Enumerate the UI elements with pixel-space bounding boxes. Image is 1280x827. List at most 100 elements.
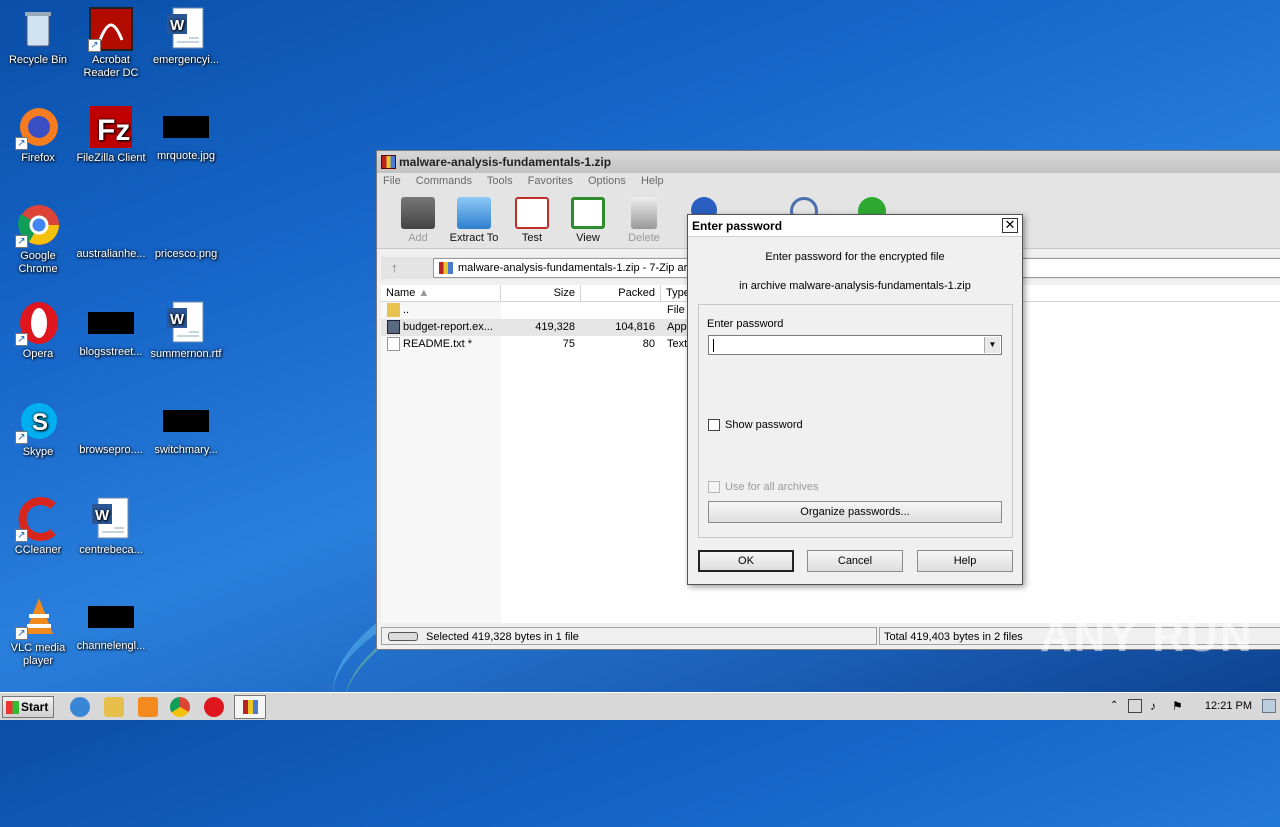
- show-password-checkbox[interactable]: [708, 419, 720, 431]
- start-button[interactable]: Start: [2, 696, 54, 718]
- desktop-icon-label: Acrobat Reader DC: [83, 54, 139, 79]
- desktop-icon-opera[interactable]: ↗ Opera: [0, 300, 76, 361]
- organize-passwords-button[interactable]: Organize passwords...: [708, 501, 1002, 523]
- desktop-icon-channelengl[interactable]: channelengl...: [73, 594, 149, 653]
- desktop-icon-ccleaner[interactable]: ↗ CCleaner: [0, 496, 76, 557]
- desktop-icon-switchmary[interactable]: switchmary...: [148, 398, 224, 457]
- menu-file[interactable]: File: [383, 175, 401, 187]
- column-name[interactable]: Name ▲: [381, 285, 501, 302]
- desktop-icon-label: pricesco.png: [154, 248, 218, 260]
- file-icon: [163, 116, 209, 138]
- menu-commands[interactable]: Commands: [416, 175, 472, 187]
- desktop-icon-blogsstreet[interactable]: blogsstreet...: [73, 300, 149, 359]
- desktop-icon-label: FileZilla Client: [76, 152, 146, 164]
- use-for-all-label: Use for all archives: [725, 481, 819, 493]
- dialog-titlebar[interactable]: Enter password ✕: [688, 215, 1022, 237]
- menu-bar: File Commands Tools Favorites Options He…: [377, 173, 1280, 191]
- extract-to-button[interactable]: Extract To: [443, 197, 505, 244]
- chrome-icon: ↗: [15, 202, 61, 248]
- volume-icon[interactable]: ♪: [1150, 699, 1156, 713]
- file-explorer-icon[interactable]: [104, 697, 124, 717]
- desktop-icon-emergencyi[interactable]: W emergencyi...: [148, 6, 224, 67]
- up-arrow-icon[interactable]: ↑: [391, 260, 398, 275]
- desktop-icon-label: Firefox: [21, 152, 55, 164]
- file-icon: [88, 312, 134, 334]
- desktop-icon-label: Skype: [22, 446, 54, 458]
- folder-extract-icon: [457, 197, 491, 229]
- use-for-all-checkbox[interactable]: [708, 481, 720, 493]
- dialog-message-line1: Enter password for the encrypted file: [765, 251, 945, 263]
- desktop-icon-summernon[interactable]: W summernon.rtf: [148, 300, 224, 361]
- menu-tools[interactable]: Tools: [487, 175, 513, 187]
- test-button[interactable]: Test: [501, 197, 563, 244]
- column-size[interactable]: Size: [501, 285, 581, 302]
- desktop-icon-label: australianhe...: [76, 248, 146, 260]
- ok-button[interactable]: OK: [698, 550, 794, 572]
- column-packed[interactable]: Packed: [581, 285, 661, 302]
- menu-options[interactable]: Options: [588, 175, 626, 187]
- file-icon: [88, 606, 134, 628]
- desktop-icon-skype[interactable]: S ↗ Skype: [0, 398, 76, 459]
- desktop-icon-mrquote[interactable]: mrquote.jpg: [148, 104, 224, 163]
- desktop-icon-vlc[interactable]: ↗ VLC media player: [0, 594, 76, 668]
- file-row-parent[interactable]: .. File f: [381, 302, 701, 319]
- desktop-icon-recycle-bin[interactable]: Recycle Bin: [0, 6, 76, 67]
- desktop-icon-acrobat[interactable]: ↗ Acrobat Reader DC: [73, 6, 149, 80]
- taskbar: Start ⌃ ♪ ⚑ 12:21 PM: [0, 692, 1280, 720]
- svg-text:Fz: Fz: [97, 114, 130, 147]
- help-button[interactable]: Help: [917, 550, 1013, 572]
- chevron-down-icon[interactable]: ▼: [984, 337, 1000, 353]
- delete-button[interactable]: Delete: [613, 197, 675, 244]
- exe-icon: [387, 320, 400, 334]
- desktop-icon-label: CCleaner: [14, 544, 62, 556]
- desktop-icon-australianhe[interactable]: australianhe...: [73, 202, 149, 261]
- password-input[interactable]: ▼: [708, 335, 1002, 355]
- opera-taskbar-icon[interactable]: [204, 697, 224, 717]
- password-label: Enter password: [707, 318, 784, 330]
- tray-expand-icon[interactable]: ⌃: [1110, 700, 1118, 711]
- winrar-taskbar-button[interactable]: [234, 695, 266, 719]
- dialog-message-line2: in archive malware-analysis-fundamentals…: [739, 280, 971, 292]
- desktop-icon-filezilla[interactable]: Fz FileZilla Client: [73, 104, 149, 165]
- chrome-taskbar-icon[interactable]: [170, 697, 190, 717]
- winrar-taskbar-icon: [243, 700, 258, 714]
- file-name: ..: [403, 304, 410, 316]
- file-row-readme[interactable]: README.txt * 75 80 Text: [381, 336, 701, 353]
- internet-explorer-icon[interactable]: [70, 697, 90, 717]
- desktop-icon-pricesco[interactable]: pricesco.png: [148, 202, 224, 261]
- clock[interactable]: 12:21 PM: [1205, 700, 1252, 712]
- close-icon[interactable]: ✕: [1002, 218, 1018, 233]
- view-button[interactable]: View: [557, 197, 619, 244]
- desktop-icon-centrebeca[interactable]: W centrebeca...: [73, 496, 149, 557]
- cancel-button[interactable]: Cancel: [807, 550, 903, 572]
- desktop-icon-label: blogsstreet...: [79, 346, 143, 358]
- desktop-icon-label: switchmary...: [154, 444, 218, 456]
- network-icon[interactable]: [1128, 699, 1142, 713]
- address-text: malware-analysis-fundamentals-1.zip - 7-…: [458, 262, 713, 274]
- trash-icon: [631, 197, 657, 229]
- word-document-icon: W: [163, 300, 209, 346]
- media-player-icon[interactable]: [138, 697, 158, 717]
- action-center-flag-icon[interactable]: ⚑: [1172, 699, 1183, 713]
- dialog-title: Enter password: [692, 219, 783, 233]
- desktop-icon-browsepro[interactable]: browsepro....: [73, 398, 149, 457]
- file-icon: [88, 214, 134, 236]
- show-desktop-icon[interactable]: [1262, 699, 1276, 713]
- show-password-label[interactable]: Show password: [725, 419, 803, 431]
- file-name: budget-report.ex...: [403, 321, 493, 333]
- status-left-text: Selected 419,328 bytes in 1 file: [426, 631, 579, 643]
- menu-favorites[interactable]: Favorites: [528, 175, 573, 187]
- file-row-budget-report[interactable]: budget-report.ex... 419,328 104,816 Appl: [381, 319, 701, 336]
- file-type: Appl: [667, 321, 690, 333]
- drive-key-icon[interactable]: [388, 632, 418, 641]
- skype-icon: S ↗: [15, 398, 61, 444]
- menu-help[interactable]: Help: [641, 175, 664, 187]
- status-selected: Selected 419,328 bytes in 1 file: [381, 627, 877, 645]
- desktop-icon-chrome[interactable]: ↗ Google Chrome: [0, 202, 76, 276]
- filezilla-icon: Fz: [88, 104, 134, 150]
- window-titlebar[interactable]: malware-analysis-fundamentals-1.zip: [377, 151, 1280, 173]
- desktop-icon-firefox[interactable]: ↗ Firefox: [0, 104, 76, 165]
- add-label: Add: [408, 232, 428, 244]
- desktop-icon-label: mrquote.jpg: [156, 150, 216, 162]
- add-button[interactable]: Add: [387, 197, 449, 244]
